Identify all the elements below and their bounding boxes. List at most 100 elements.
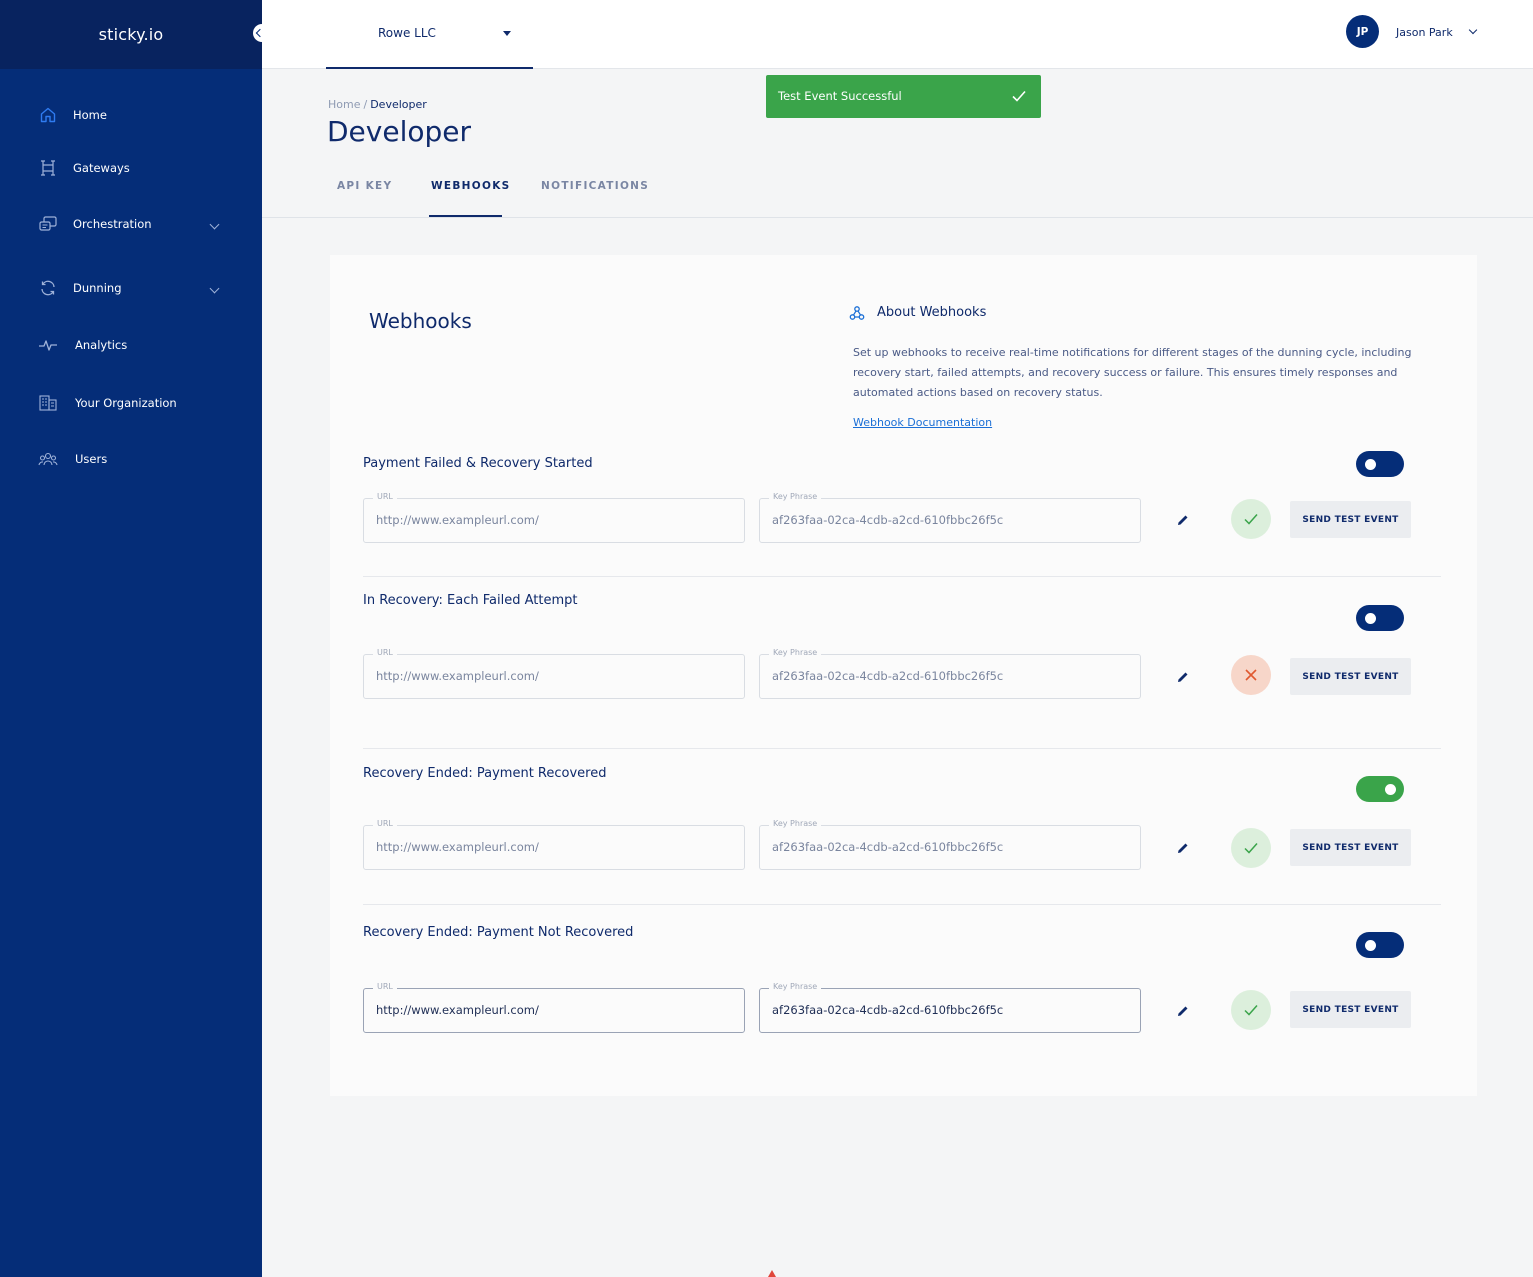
url-field[interactable]: URL (363, 648, 745, 699)
toggle-knob (1385, 784, 1396, 795)
check-icon (1012, 90, 1026, 102)
toggle-knob (1365, 613, 1376, 624)
sidebar-item-organization[interactable]: Your Organization (0, 385, 262, 421)
edit-icon[interactable] (1176, 1004, 1190, 1018)
chevron-down-icon[interactable] (209, 219, 220, 229)
status-success-badge (1231, 990, 1271, 1030)
user-name[interactable]: Jason Park (1396, 26, 1453, 39)
url-input[interactable] (376, 513, 726, 527)
chevron-down-icon[interactable] (209, 283, 220, 293)
divider (363, 576, 1441, 577)
edit-icon[interactable] (1176, 670, 1190, 684)
key-phrase-input[interactable] (772, 669, 1122, 683)
send-test-event-button[interactable]: SEND TEST EVENT (1290, 658, 1411, 695)
check-icon (1244, 514, 1258, 525)
key-phrase-label: Key Phrase (769, 648, 822, 657)
url-field[interactable]: URL (363, 492, 745, 543)
building-icon (38, 393, 58, 413)
url-field[interactable]: URL (363, 819, 745, 870)
key-phrase-input[interactable] (772, 1003, 1122, 1017)
edit-icon[interactable] (1176, 513, 1190, 527)
page-title: Developer (327, 115, 472, 148)
webhook-title: Payment Failed & Recovery Started (363, 456, 593, 471)
url-input[interactable] (376, 840, 726, 854)
key-phrase-input[interactable] (772, 513, 1122, 527)
check-icon (1244, 1005, 1258, 1016)
orchestration-icon (38, 214, 58, 234)
sidebar-item-label: Home (73, 108, 107, 122)
key-phrase-label: Key Phrase (769, 982, 822, 991)
brand-logo[interactable]: sticky.io (99, 25, 164, 44)
tab-webhooks[interactable]: WEBHOOKS (429, 170, 509, 217)
url-label: URL (373, 492, 397, 501)
status-success-badge (1231, 828, 1271, 868)
webhook-documentation-link[interactable]: Webhook Documentation (853, 416, 992, 429)
key-phrase-field[interactable]: Key Phrase (759, 648, 1141, 699)
url-label: URL (373, 982, 397, 991)
card-title: Webhooks (369, 309, 472, 333)
top-bar: Rowe LLC JP Jason Park (262, 0, 1533, 69)
sidebar-item-analytics[interactable]: Analytics (0, 327, 262, 363)
organization-name: Rowe LLC (378, 26, 436, 40)
breadcrumb-current: Developer (370, 98, 427, 111)
caret-up-icon (768, 1270, 776, 1277)
breadcrumb-separator: / (363, 98, 368, 111)
users-icon (38, 449, 58, 469)
webhooks-card: Webhooks About Webhooks Set up webhooks … (330, 255, 1477, 1096)
send-test-event-button[interactable]: SEND TEST EVENT (1290, 991, 1411, 1028)
webhook-title: In Recovery: Each Failed Attempt (363, 593, 578, 608)
divider (363, 904, 1441, 905)
webhook-toggle[interactable] (1356, 451, 1404, 477)
refresh-icon (38, 278, 58, 298)
tab-bar: API KEY WEBHOOKS NOTIFICATIONS (262, 170, 1533, 218)
sidebar-item-users[interactable]: Users (0, 441, 262, 477)
tab-notifications[interactable]: NOTIFICATIONS (541, 170, 649, 217)
sidebar-item-home[interactable]: Home (0, 97, 262, 133)
sidebar-item-label: Users (75, 452, 108, 466)
breadcrumb: Home / Developer (328, 98, 427, 111)
breadcrumb-home[interactable]: Home (328, 98, 360, 111)
pulse-icon (38, 335, 58, 355)
close-icon (1245, 669, 1257, 681)
check-icon (1244, 843, 1258, 854)
sidebar-item-label: Dunning (73, 281, 122, 295)
url-label: URL (373, 648, 397, 657)
key-phrase-field[interactable]: Key Phrase (759, 982, 1141, 1033)
sidebar-item-label: Gateways (73, 161, 130, 175)
status-success-badge (1231, 499, 1271, 539)
about-webhooks-title: About Webhooks (877, 305, 987, 320)
key-phrase-input[interactable] (772, 840, 1122, 854)
brand-bar: sticky.io (0, 0, 263, 69)
chevron-down-icon[interactable] (1468, 25, 1478, 35)
webhook-toggle[interactable] (1356, 605, 1404, 631)
status-failed-badge (1231, 655, 1271, 695)
sidebar-item-label: Orchestration (73, 217, 152, 231)
sidebar-item-orchestration[interactable]: Orchestration (0, 206, 262, 242)
url-input[interactable] (376, 1003, 726, 1017)
toggle-knob (1365, 459, 1376, 470)
tab-api-key[interactable]: API KEY (337, 170, 392, 217)
avatar[interactable]: JP (1346, 15, 1379, 48)
home-icon (38, 105, 58, 125)
sidebar: sticky.io Home Gateways Orchestration Du… (0, 0, 263, 1277)
sidebar-item-label: Your Organization (75, 396, 177, 410)
key-phrase-label: Key Phrase (769, 492, 822, 501)
about-webhooks-text: Set up webhooks to receive real-time not… (853, 346, 1412, 399)
sidebar-item-label: Analytics (75, 338, 128, 352)
key-phrase-field[interactable]: Key Phrase (759, 492, 1141, 543)
webhook-toggle[interactable] (1356, 776, 1404, 802)
send-test-event-button[interactable]: SEND TEST EVENT (1290, 829, 1411, 866)
url-label: URL (373, 819, 397, 828)
webhook-icon (849, 306, 865, 320)
url-field[interactable]: URL (363, 982, 745, 1033)
caret-down-icon (503, 31, 511, 36)
webhook-toggle[interactable] (1356, 932, 1404, 958)
key-phrase-field[interactable]: Key Phrase (759, 819, 1141, 870)
organization-select[interactable]: Rowe LLC (326, 0, 533, 69)
key-phrase-label: Key Phrase (769, 819, 822, 828)
send-test-event-button[interactable]: SEND TEST EVENT (1290, 501, 1411, 538)
sidebar-item-dunning[interactable]: Dunning (0, 270, 262, 306)
url-input[interactable] (376, 669, 726, 683)
sidebar-item-gateways[interactable]: Gateways (0, 150, 262, 186)
edit-icon[interactable] (1176, 841, 1190, 855)
